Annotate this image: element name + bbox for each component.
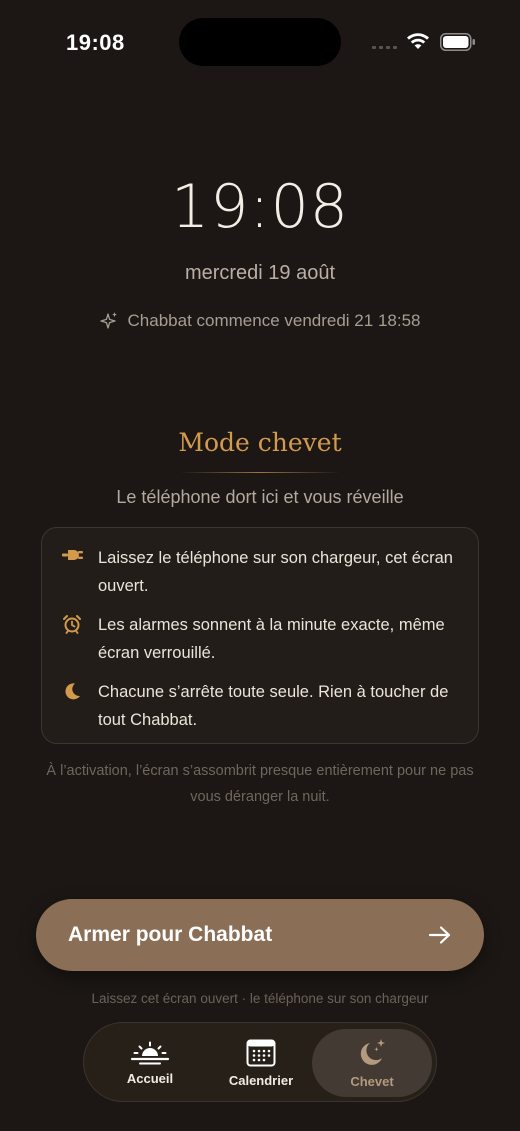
mode-title: Mode chevet [178,428,342,457]
plug-icon [62,550,83,560]
alarm-clock-icon [63,615,81,634]
dimming-note: À l’activation, l’écran s’assombrit pres… [46,763,474,805]
arrow-right-icon [428,926,451,944]
tab-bar: Accueil Calendrier Chevet [83,1022,437,1102]
instruction-row: Les alarmes sonnent à la minute exacte, … [62,611,458,667]
instructions-card: Laissez le téléphone sur son chargeur, c… [41,527,479,744]
bedside-clock: 19:08 [171,172,349,242]
calendar-icon [246,1039,276,1066]
tab-label: Chevet [350,1073,394,1089]
sparkle-icon [99,312,117,329]
moon-stars-icon [360,1038,385,1065]
arm-button-label: Armer pour Chabbat [68,923,273,946]
status-bar: 19:08 [0,0,520,84]
mode-subtitle: Le téléphone dort ici et vous réveille [116,487,404,507]
cellular-signal-icon [372,46,397,49]
arm-shabbat-button[interactable]: Armer pour Chabbat [36,899,484,971]
tab-label: Calendrier [228,1072,294,1088]
instruction-text: Chacune s’arrête toute seule. Rien à tou… [98,683,449,729]
instruction-text: Les alarmes sonnent à la minute exacte, … [98,616,445,662]
shabbat-start-line: Chabbat commence vendredi 21 18:58 [0,311,520,331]
battery-icon [440,33,475,51]
tab-chevet[interactable]: Chevet [312,1023,432,1103]
charger-hint: Laissez cet écran ouvert · le téléphone … [91,991,429,1006]
tab-calendrier[interactable]: Calendrier [201,1023,321,1103]
status-time: 19:08 [66,30,125,55]
shabbat-start-text: Chabbat commence vendredi 21 18:58 [127,311,421,330]
sunrise-icon [130,1041,170,1064]
tab-label: Accueil [126,1070,174,1086]
wifi-icon [407,33,429,49]
moon-icon [65,683,80,700]
title-divider [180,472,340,473]
instruction-row: Laissez le téléphone sur son chargeur, c… [62,544,458,600]
instruction-text: Laissez le téléphone sur son chargeur, c… [98,549,453,595]
tab-accueil[interactable]: Accueil [90,1023,210,1103]
instruction-row: Chacune s’arrête toute seule. Rien à tou… [62,678,458,734]
current-date: mercredi 19 août [184,262,336,284]
dynamic-island [179,18,341,66]
